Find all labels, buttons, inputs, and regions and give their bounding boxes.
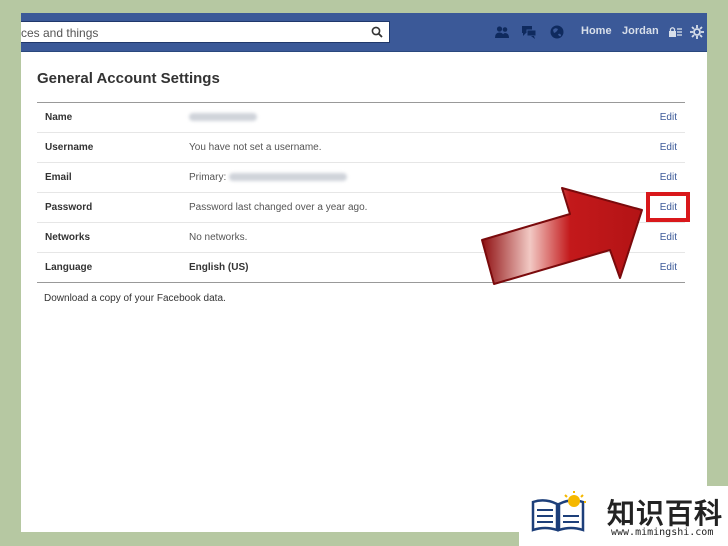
watermark: 知识百科 www.mimingshi.com [519,486,728,546]
edit-language-link[interactable]: Edit [660,262,677,273]
watermark-url: www.mimingshi.com [611,527,714,538]
settings-row-username: Username You have not set a username. Ed… [37,133,685,163]
row-value: English (US) [189,262,249,273]
friend-requests-icon[interactable] [494,24,510,40]
edit-username-link[interactable]: Edit [660,142,677,153]
top-navigation-bar: ces and things Home Jordan [21,13,707,52]
row-label: Username [45,142,94,153]
search-box[interactable]: ces and things [21,21,390,43]
open-book-lightbulb-icon [531,491,586,532]
row-label: Password [45,202,93,213]
edit-highlight-box [646,192,690,222]
messages-icon[interactable] [521,24,537,40]
watermark-title: 知识百科 [607,498,724,529]
row-label: Language [45,262,93,273]
annotation-arrow-icon [481,187,643,285]
name-value-redacted [189,112,257,123]
search-icon[interactable] [371,26,383,38]
row-value: Primary: [189,172,348,183]
edit-name-link[interactable]: Edit [660,112,677,123]
settings-gear-icon[interactable] [689,24,705,40]
row-label: Email [45,172,72,183]
email-redacted [229,173,348,182]
row-label: Name [45,112,73,123]
email-prefix: Primary: [189,172,227,183]
row-label: Networks [45,232,91,243]
edit-networks-link[interactable]: Edit [660,232,677,243]
settings-row-name: Name Edit [37,103,685,133]
page-title: General Account Settings [37,70,220,87]
privacy-lock-icon[interactable] [667,24,683,40]
home-link[interactable]: Home [581,25,612,37]
search-input[interactable]: ces and things [21,26,98,40]
notifications-globe-icon[interactable] [549,24,565,40]
edit-email-link[interactable]: Edit [660,172,677,183]
download-data-link[interactable]: Download a copy of your Facebook data. [44,293,226,304]
row-value: No networks. [189,232,248,243]
row-value: You have not set a username. [189,142,322,153]
profile-link[interactable]: Jordan [622,25,659,37]
row-value: Password last changed over a year ago. [189,202,368,213]
